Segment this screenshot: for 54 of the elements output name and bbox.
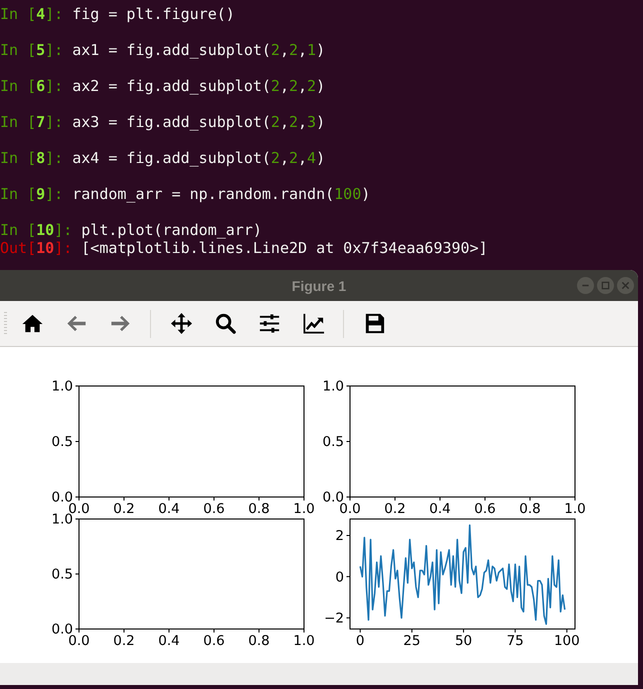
code-line: ax4 = fig.add_subplot(2,2,4) xyxy=(72,149,326,167)
tick-label: 25 xyxy=(403,633,420,649)
input-prompt: In [8]: xyxy=(0,149,64,167)
tick-label: 0.6 xyxy=(203,501,225,517)
tick-label: 0.0 xyxy=(68,633,90,649)
code-line: ax3 = fig.add_subplot(2,2,3) xyxy=(72,113,326,131)
close-icon xyxy=(621,281,630,290)
tick-label: 100 xyxy=(554,633,580,649)
code-line: ax2 = fig.add_subplot(2,2,2) xyxy=(72,77,326,95)
window-title: Figure 1 xyxy=(292,278,346,294)
tick-label: 0.4 xyxy=(158,501,180,517)
tick-label: 0.2 xyxy=(384,501,406,517)
home-icon xyxy=(20,312,44,335)
tick-label: 0 xyxy=(335,569,344,586)
tick-label: 0.0 xyxy=(339,501,361,517)
input-prompt: In [10]: xyxy=(0,221,72,239)
tick-label: 1.0 xyxy=(52,378,73,395)
search-icon xyxy=(214,312,236,335)
input-prompt: In [5]: xyxy=(0,41,64,59)
tick-label: 1.0 xyxy=(564,501,586,517)
tick-label: 1.0 xyxy=(293,633,315,649)
output-prompt: Out[10]: xyxy=(0,239,72,257)
tick-label: 0.8 xyxy=(248,633,270,649)
tick-label: 2 xyxy=(335,528,344,544)
input-prompt: In [7]: xyxy=(0,113,64,131)
code-line: ax1 = fig.add_subplot(2,2,1) xyxy=(72,41,326,59)
tick-label: 0.2 xyxy=(113,633,135,649)
tick-label: 0 xyxy=(356,633,365,649)
output-text: [<matplotlib.lines.Line2D at 0x7f34eaa69390>] xyxy=(81,239,488,257)
tick-label: 0.4 xyxy=(158,633,180,649)
tick-label: 0.8 xyxy=(519,501,541,517)
tick-label: 50 xyxy=(454,633,472,649)
sliders-icon xyxy=(258,312,280,335)
tick-label: −2 xyxy=(324,610,344,627)
code-line: plt.plot(random_arr) xyxy=(81,221,262,239)
tick-label: 1.0 xyxy=(322,378,344,395)
move-icon xyxy=(170,312,192,335)
input-prompt: In [9]: xyxy=(0,185,64,203)
code-line: fig = plt.figure() xyxy=(72,5,235,23)
tick-label: 0.5 xyxy=(52,434,73,450)
input-prompt: In [6]: xyxy=(0,77,64,95)
tick-label: 0.8 xyxy=(248,501,270,517)
maximize-icon xyxy=(601,281,610,290)
tick-label: 1.0 xyxy=(293,501,315,517)
tick-label: 0.5 xyxy=(322,434,344,450)
tick-label: 0.6 xyxy=(203,633,225,649)
line-chart-icon xyxy=(302,312,324,335)
code-line: random_arr = np.random.randn(100) xyxy=(72,185,370,203)
tick-label: 75 xyxy=(506,633,524,649)
tick-label: 0.2 xyxy=(113,501,135,517)
input-prompt: In [4]: xyxy=(0,5,64,23)
tick-label: 0.4 xyxy=(429,501,451,517)
tick-label: 0.5 xyxy=(52,566,73,583)
tick-label: 0.6 xyxy=(474,501,496,517)
